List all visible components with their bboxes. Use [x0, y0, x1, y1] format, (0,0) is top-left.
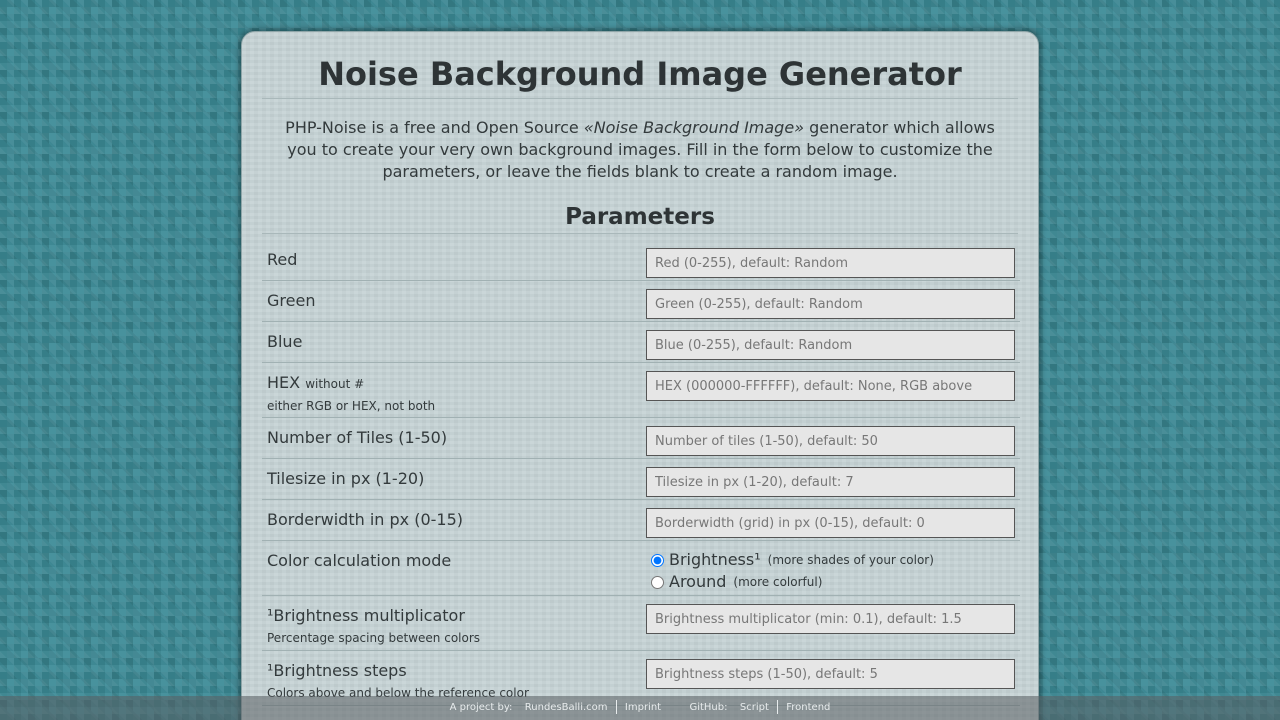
- mode-radio-brightness[interactable]: [651, 553, 664, 567]
- green-label: Green: [267, 291, 316, 310]
- hex-label-group: HEX without # either RGB or HEX, not bot…: [267, 372, 435, 415]
- parameters-heading: Parameters: [262, 202, 1018, 234]
- mode-option-around-label: Around: [669, 572, 727, 591]
- footer-script-link[interactable]: Script: [740, 702, 769, 713]
- blue-input[interactable]: [646, 330, 1015, 360]
- row-red: Red: [262, 240, 1020, 281]
- main-panel: Noise Background Image Generator PHP-Noi…: [241, 31, 1039, 720]
- multiplicator-label-group: ¹Brightness multiplicator Percentage spa…: [267, 605, 480, 647]
- hex-label: HEX: [267, 373, 301, 392]
- row-borderwidth: Borderwidth in px (0-15): [262, 500, 1020, 541]
- footer-github-label: GitHub:: [689, 702, 728, 713]
- footer-separator: [777, 700, 779, 714]
- row-hex: HEX without # either RGB or HEX, not bot…: [262, 363, 1020, 418]
- mode-label: Color calculation mode: [267, 551, 452, 570]
- intro-emphasis: «Noise Background Image»: [583, 118, 805, 137]
- row-multiplicator: ¹Brightness multiplicator Percentage spa…: [262, 596, 1020, 651]
- mode-radio-around[interactable]: [651, 575, 664, 589]
- footer-separator: [615, 700, 617, 714]
- multiplicator-label: ¹Brightness multiplicator: [267, 606, 465, 625]
- tilesize-label: Tilesize in px (1-20): [267, 469, 425, 488]
- hex-input[interactable]: [646, 371, 1015, 401]
- mode-option-around[interactable]: Around (more colorful): [651, 571, 934, 593]
- tilesize-input[interactable]: [646, 467, 1015, 497]
- row-blue: Blue: [262, 322, 1020, 363]
- red-label: Red: [267, 250, 298, 269]
- intro-part-1: PHP-Noise is a free and Open Source: [285, 118, 584, 137]
- green-input[interactable]: [646, 289, 1015, 319]
- footer-bar: A project by: RundesBalli.com Imprint Gi…: [0, 696, 1280, 720]
- red-input[interactable]: [646, 248, 1015, 278]
- footer-frontend-link[interactable]: Frontend: [786, 702, 830, 713]
- footer-imprint-link[interactable]: Imprint: [625, 702, 661, 713]
- multiplicator-input[interactable]: [646, 604, 1015, 634]
- row-mode: Color calculation mode Brightness¹ (more…: [262, 541, 1020, 596]
- row-green: Green: [262, 281, 1020, 322]
- mode-option-brightness-label: Brightness¹: [669, 550, 761, 569]
- tiles-label: Number of Tiles (1-50): [267, 428, 448, 447]
- mode-option-brightness-note: (more shades of your color): [767, 553, 934, 567]
- multiplicator-sublabel: Percentage spacing between colors: [267, 631, 481, 645]
- parameters-form: Red Green Blue HEX without # either RGB …: [262, 240, 1020, 706]
- borderwidth-label: Borderwidth in px (0-15): [267, 510, 464, 529]
- steps-input[interactable]: [646, 659, 1015, 689]
- mode-option-around-note: (more colorful): [733, 575, 823, 589]
- mode-radio-group: Brightness¹ (more shades of your color) …: [651, 549, 934, 593]
- hex-sublabel: either RGB or HEX, not both: [267, 399, 436, 413]
- row-tilesize: Tilesize in px (1-20): [262, 459, 1020, 500]
- steps-label: ¹Brightness steps: [267, 661, 407, 680]
- intro-text: PHP-Noise is a free and Open Source «Noi…: [276, 117, 1004, 183]
- borderwidth-input[interactable]: [646, 508, 1015, 538]
- hex-note: without #: [305, 377, 365, 391]
- mode-option-brightness[interactable]: Brightness¹ (more shades of your color): [651, 549, 934, 571]
- tiles-input[interactable]: [646, 426, 1015, 456]
- blue-label: Blue: [267, 332, 303, 351]
- footer-project-label: A project by:: [449, 702, 513, 713]
- page-title: Noise Background Image Generator: [262, 52, 1018, 99]
- footer-project-link[interactable]: RundesBalli.com: [525, 702, 608, 713]
- row-tiles: Number of Tiles (1-50): [262, 418, 1020, 459]
